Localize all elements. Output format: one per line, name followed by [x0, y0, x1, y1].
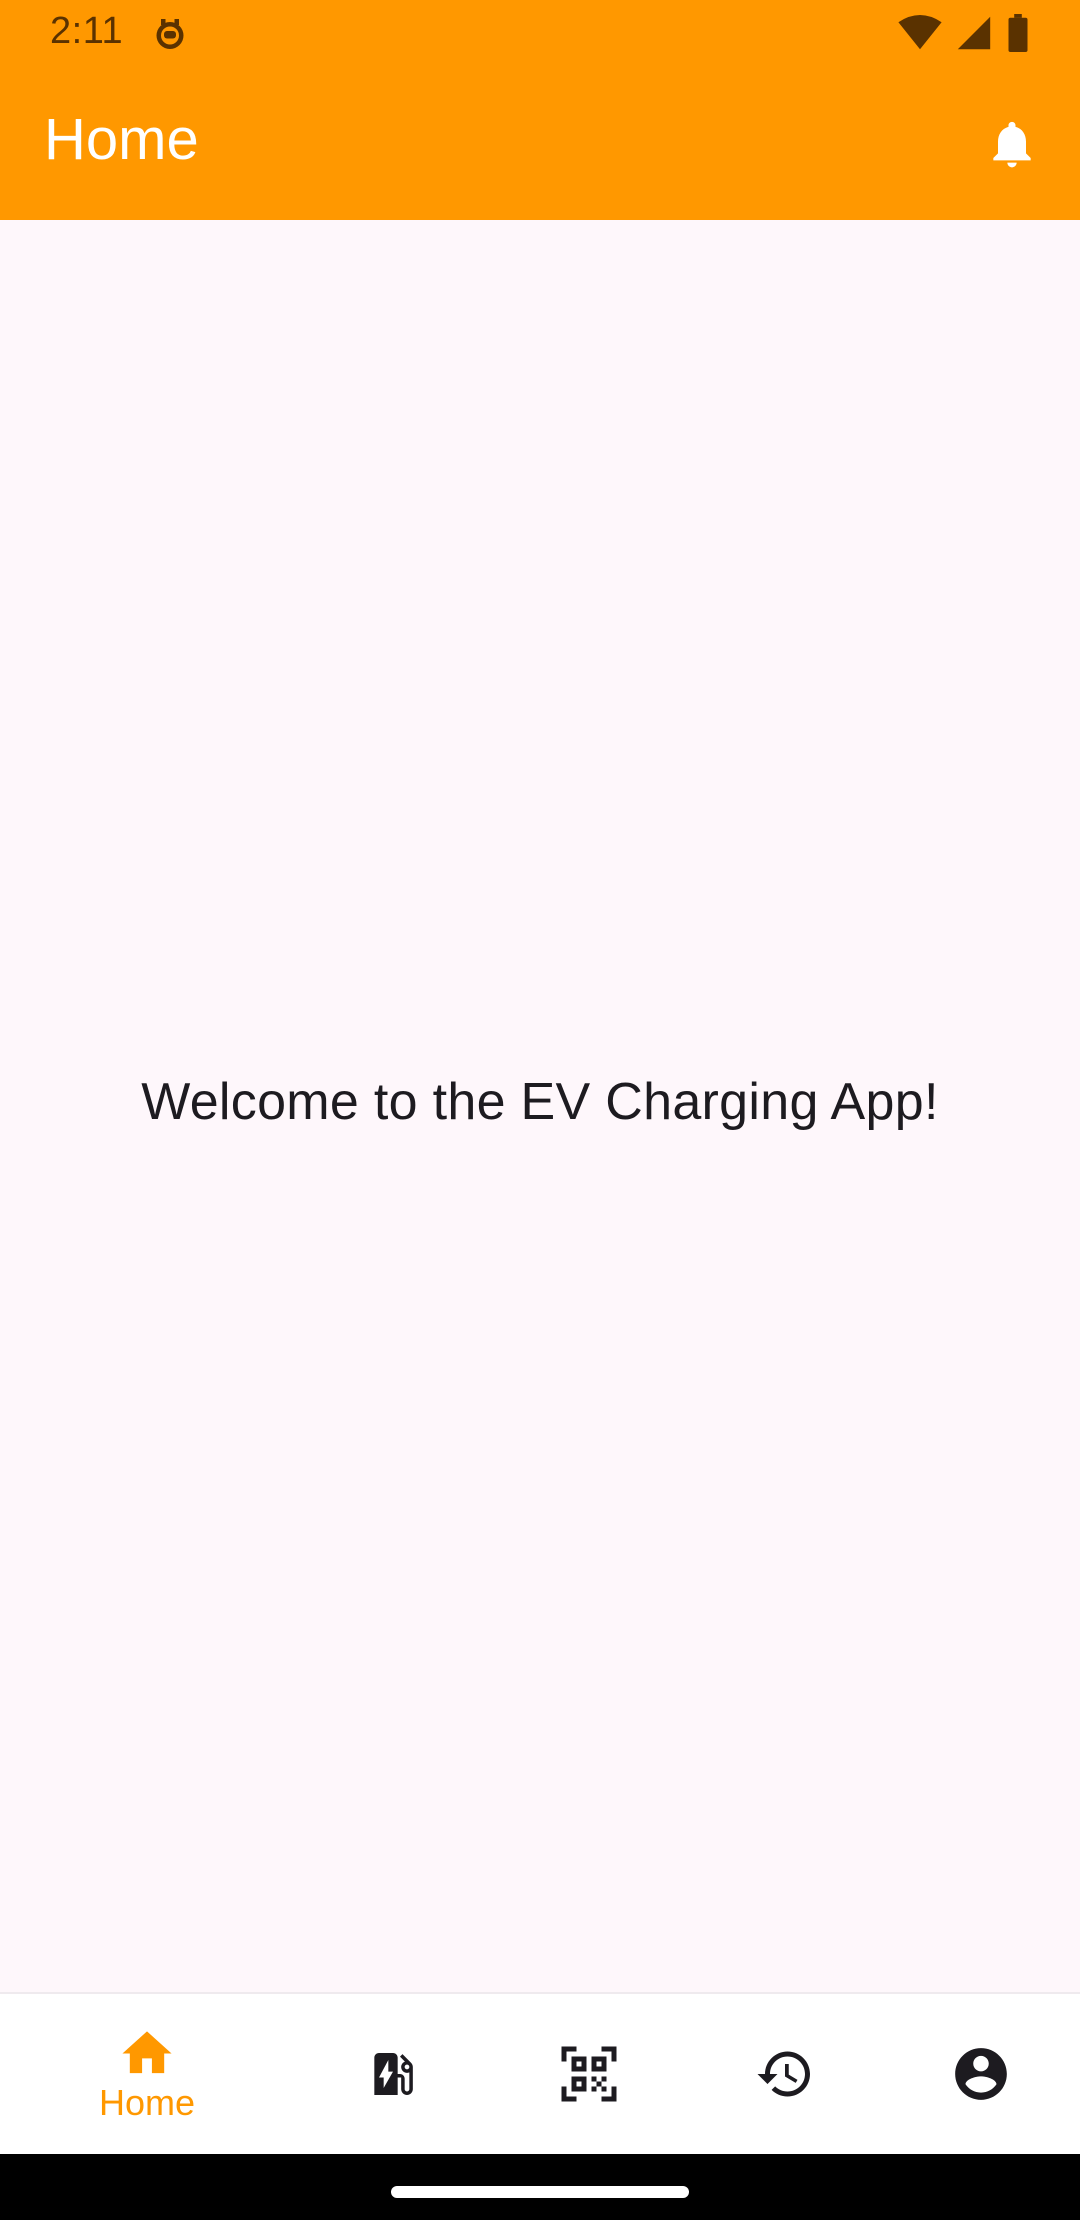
welcome-message: Welcome to the EV Charging App! — [141, 1073, 939, 1131]
qr-code-scanner-icon — [561, 2046, 617, 2102]
app-bar: Home — [0, 66, 1080, 220]
top-header: 2:11 Home — [0, 0, 1080, 220]
status-icons — [898, 14, 1030, 52]
nav-item-profile[interactable] — [881, 1994, 1080, 2154]
nav-item-scan-qr[interactable] — [489, 1994, 689, 2154]
nav-item-history[interactable] — [685, 1994, 885, 2154]
nav-item-home[interactable]: Home — [47, 1994, 247, 2154]
system-navigation-bar — [0, 2154, 1080, 2220]
bottom-navigation: Home — [0, 1992, 1080, 2154]
home-icon — [122, 2031, 172, 2074]
bell-icon — [993, 121, 1031, 168]
wifi-icon — [898, 15, 942, 50]
notifications-button[interactable] — [974, 106, 1050, 182]
main-content: Welcome to the EV Charging App! — [0, 220, 1080, 1992]
nav-item-label: Home — [98, 2082, 196, 2123]
history-icon — [757, 2051, 810, 2097]
status-time: 2:11 — [50, 10, 124, 52]
ev-station-icon — [374, 2053, 413, 2095]
cellular-signal-icon — [957, 16, 991, 50]
page-title: Home — [44, 107, 199, 172]
account-circle-icon — [955, 2048, 1007, 2100]
gesture-home-handle[interactable] — [391, 2186, 689, 2198]
battery-icon — [1008, 14, 1028, 52]
status-app-icon — [156, 19, 184, 49]
status-bar: 2:11 — [0, 0, 1080, 66]
nav-item-charging-stations[interactable] — [293, 1994, 493, 2154]
